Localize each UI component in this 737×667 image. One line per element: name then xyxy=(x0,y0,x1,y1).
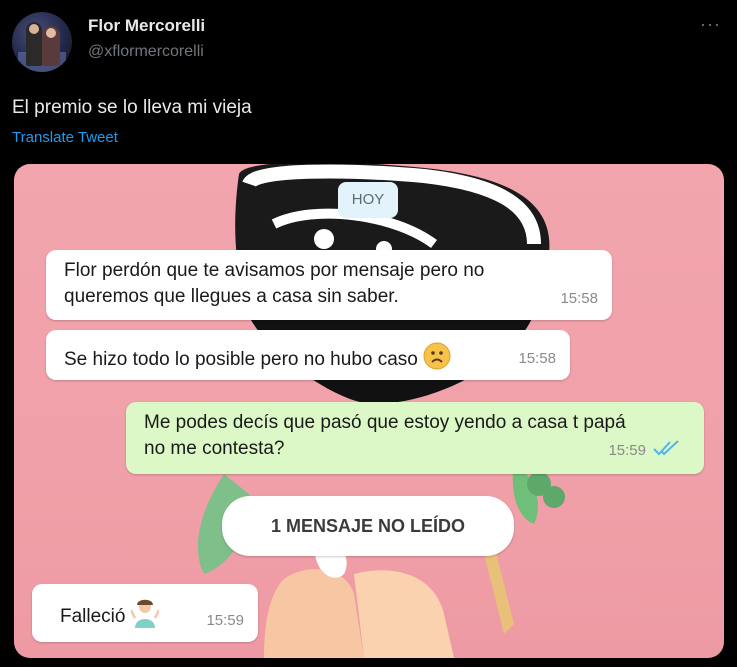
message-text: Flor perdón que te avisamos por mensaje … xyxy=(64,258,484,310)
message-line: queremos que llegues a casa sin saber. xyxy=(64,286,399,307)
message-text: Se hizo todo lo posible pero no hubo cas… xyxy=(64,342,451,378)
person-shrugging-emoji-icon xyxy=(129,598,160,636)
message-time: 15:58 xyxy=(560,290,598,307)
message-line: no me contesta? xyxy=(144,438,285,459)
message-time: 15:59 xyxy=(608,442,646,459)
message-time: 15:59 xyxy=(206,612,244,629)
tweet-text: El premio se lo lleva mi vieja xyxy=(12,97,252,118)
more-options-icon[interactable]: ··· xyxy=(700,14,721,35)
translate-tweet-link[interactable]: Translate Tweet xyxy=(12,129,118,146)
date-label-text: HOY xyxy=(351,191,385,208)
author-name[interactable]: Flor Mercorelli xyxy=(88,16,205,36)
date-label: HOY xyxy=(338,182,398,218)
message-line: Flor perdón que te avisamos por mensaje … xyxy=(64,260,485,281)
message-line: Me podes decís que pasó que estoy yendo … xyxy=(144,412,626,433)
message-line: Se hizo todo lo posible pero no hubo cas… xyxy=(64,349,418,371)
message-bubble[interactable]: Se hizo todo lo posible pero no hubo cas… xyxy=(46,330,570,380)
unread-label: 1 MENSAJE NO LEÍDO xyxy=(270,516,466,536)
message-bubble[interactable]: Falleció 15:59 xyxy=(32,584,258,642)
avatar[interactable] xyxy=(12,12,72,72)
message-text: Me podes decís que pasó que estoy yendo … xyxy=(144,410,626,462)
author-handle[interactable]: @xflormercorelli xyxy=(88,43,204,61)
message-bubble[interactable]: Flor perdón que te avisamos por mensaje … xyxy=(46,250,612,320)
message-text: Falleció xyxy=(60,598,160,636)
double-check-icon xyxy=(652,438,682,466)
unread-messages-banner: 1 MENSAJE NO LEÍDO xyxy=(222,496,514,556)
message-bubble-outgoing[interactable]: Me podes decís que pasó que estoy yendo … xyxy=(126,402,704,474)
tweet-media-image[interactable]: HOY Flor perdón que te avisamos por mens… xyxy=(14,164,724,658)
message-time: 15:58 xyxy=(518,350,556,367)
sad-face-emoji-icon xyxy=(423,342,451,378)
message-line: Falleció xyxy=(60,606,126,628)
